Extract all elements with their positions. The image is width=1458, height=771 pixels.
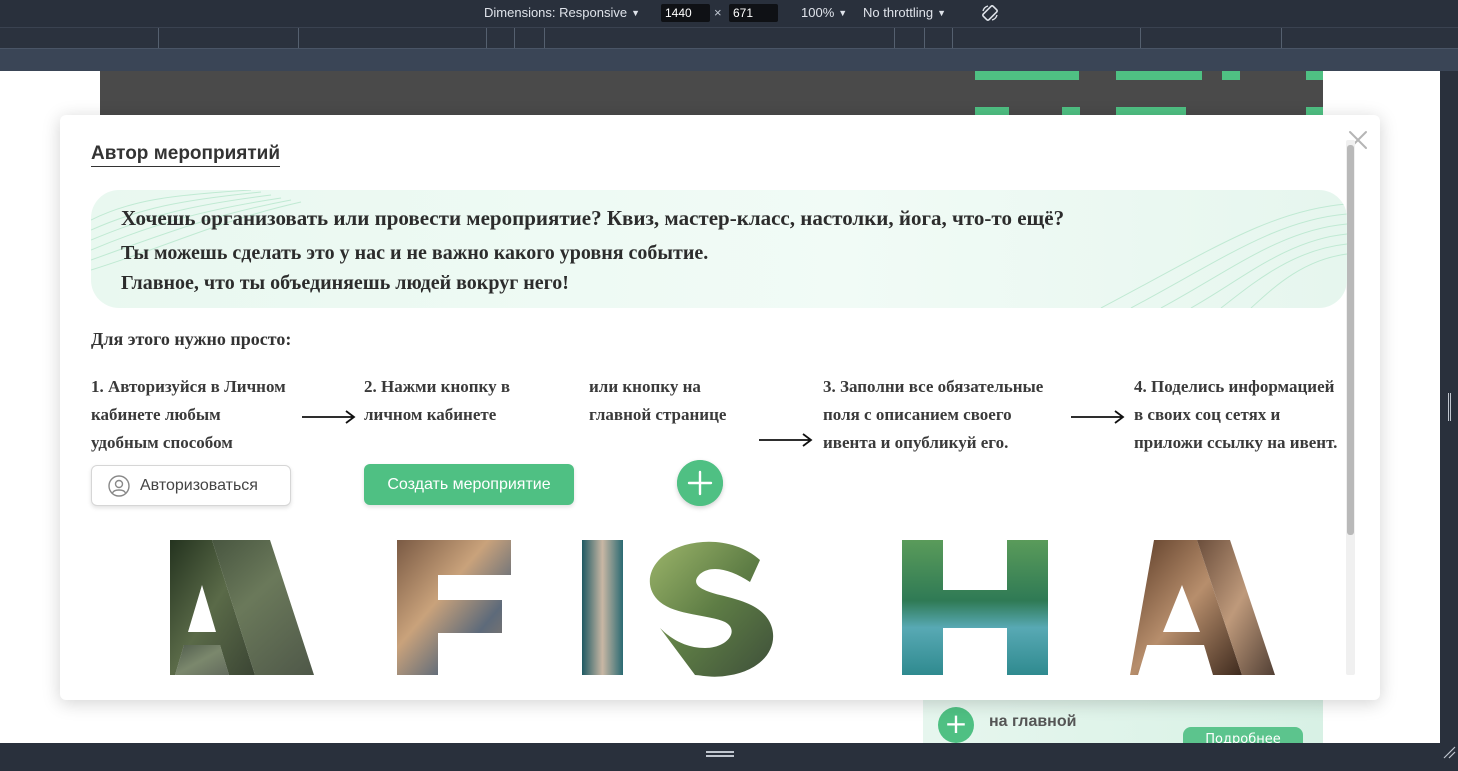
resize-gutter-right[interactable] (1440, 71, 1458, 744)
step-2-alt: или кнопку на главной странице (589, 373, 726, 429)
background-card: + на главной Подробнее (923, 699, 1323, 743)
step-text: приложи ссылку на ивент. (1134, 433, 1338, 452)
step-text: 1. Авторизуйся в Личном (91, 377, 286, 396)
ruler-bar (0, 48, 1458, 71)
dimensions-label: Dimensions: Responsive (484, 5, 628, 20)
arrow-right-icon (1071, 410, 1125, 424)
more-button[interactable]: Подробнее (1183, 727, 1303, 743)
step-text: удобным способом (91, 433, 233, 452)
afisha-letter-f (397, 540, 511, 675)
step-3: 3. Заполни все обязательные поля с описа… (823, 373, 1043, 457)
resize-gutter-bottom[interactable] (0, 743, 1458, 771)
rotate-icon[interactable] (980, 3, 1000, 23)
hero-line-1: Хочешь организовать или провести меропри… (121, 206, 1065, 230)
page-viewport: + на главной Подробнее Автор мероприятий (0, 71, 1440, 743)
devtools-toolbar: Dimensions: Responsive ▼ 1440 × 671 100%… (0, 0, 1458, 27)
height-input[interactable]: 671 (729, 4, 778, 22)
create-event-button[interactable]: Создать мероприятие (364, 464, 574, 505)
event-author-modal: Автор мероприятий Хочешь организовать ил… (60, 115, 1380, 700)
plus-icon[interactable]: + (938, 707, 974, 743)
chevron-down-icon: ▼ (631, 7, 640, 18)
login-button-label: Авторизоваться (140, 476, 258, 494)
background-decor (975, 71, 1079, 80)
afisha-letter-i (582, 540, 623, 675)
step-1: 1. Авторизуйся в Личном кабинете любым у… (91, 373, 286, 457)
width-input[interactable]: 1440 (661, 4, 710, 22)
zoom-label: 100% (801, 5, 835, 20)
step-text: 2. Нажми кнопку в (364, 377, 511, 396)
chevron-down-icon: ▼ (838, 7, 848, 18)
background-decor (1116, 71, 1202, 80)
step-text: ивента и опубликуй его. (823, 433, 1009, 452)
step-4: 4. Поделись информацией в своих соц сетя… (1134, 373, 1337, 457)
hero-banner: Хочешь организовать или провести меропри… (91, 190, 1347, 308)
chevron-down-icon: ▼ (937, 7, 947, 18)
afisha-letter-s (649, 541, 774, 677)
step-text: кабинете любым (91, 405, 221, 424)
afisha-letter-h (902, 540, 1048, 675)
hero-line-2: Ты можешь сделать это у нас и не важно к… (121, 242, 709, 264)
resize-handle[interactable] (706, 751, 734, 757)
step-text: личном кабинете (364, 405, 497, 424)
plus-icon[interactable] (677, 460, 723, 506)
arrow-right-icon (759, 433, 813, 447)
step-text: главной странице (589, 405, 727, 424)
background-card-label: на главной (989, 713, 1077, 730)
dimensions-dropdown[interactable]: Dimensions: Responsive ▼ (484, 5, 640, 20)
login-button[interactable]: Авторизоваться (91, 465, 291, 506)
media-query-bar (0, 27, 1458, 49)
modal-title: Автор мероприятий (91, 143, 281, 167)
step-text: в своих соц сетях и (1134, 405, 1281, 424)
zoom-dropdown[interactable]: 100% ▼ (801, 5, 847, 20)
resize-corner-icon[interactable] (1442, 745, 1456, 759)
steps-heading: Для этого нужно просто: (91, 329, 292, 349)
step-text: или кнопку на (589, 377, 701, 396)
step-text: поля с описанием своего (823, 405, 1012, 424)
scrollbar-thumb[interactable] (1347, 145, 1354, 535)
step-2: 2. Нажми кнопку в личном кабинете (364, 373, 510, 429)
afisha-logo (170, 540, 1275, 677)
step-text: 3. Заполни все обязательные (823, 377, 1044, 396)
background-decor (1306, 71, 1323, 80)
hero-line-3: Главное, что ты объединяешь людей вокруг… (121, 272, 569, 294)
arrow-right-icon (302, 410, 356, 424)
step-text: 4. Поделись информацией (1134, 377, 1335, 396)
throttling-label: No throttling (863, 5, 934, 20)
background-decor (1222, 71, 1240, 80)
times-sign: × (714, 5, 722, 20)
throttling-dropdown[interactable]: No throttling ▼ (863, 5, 946, 20)
resize-handle[interactable] (1448, 393, 1451, 421)
user-icon (108, 474, 130, 497)
